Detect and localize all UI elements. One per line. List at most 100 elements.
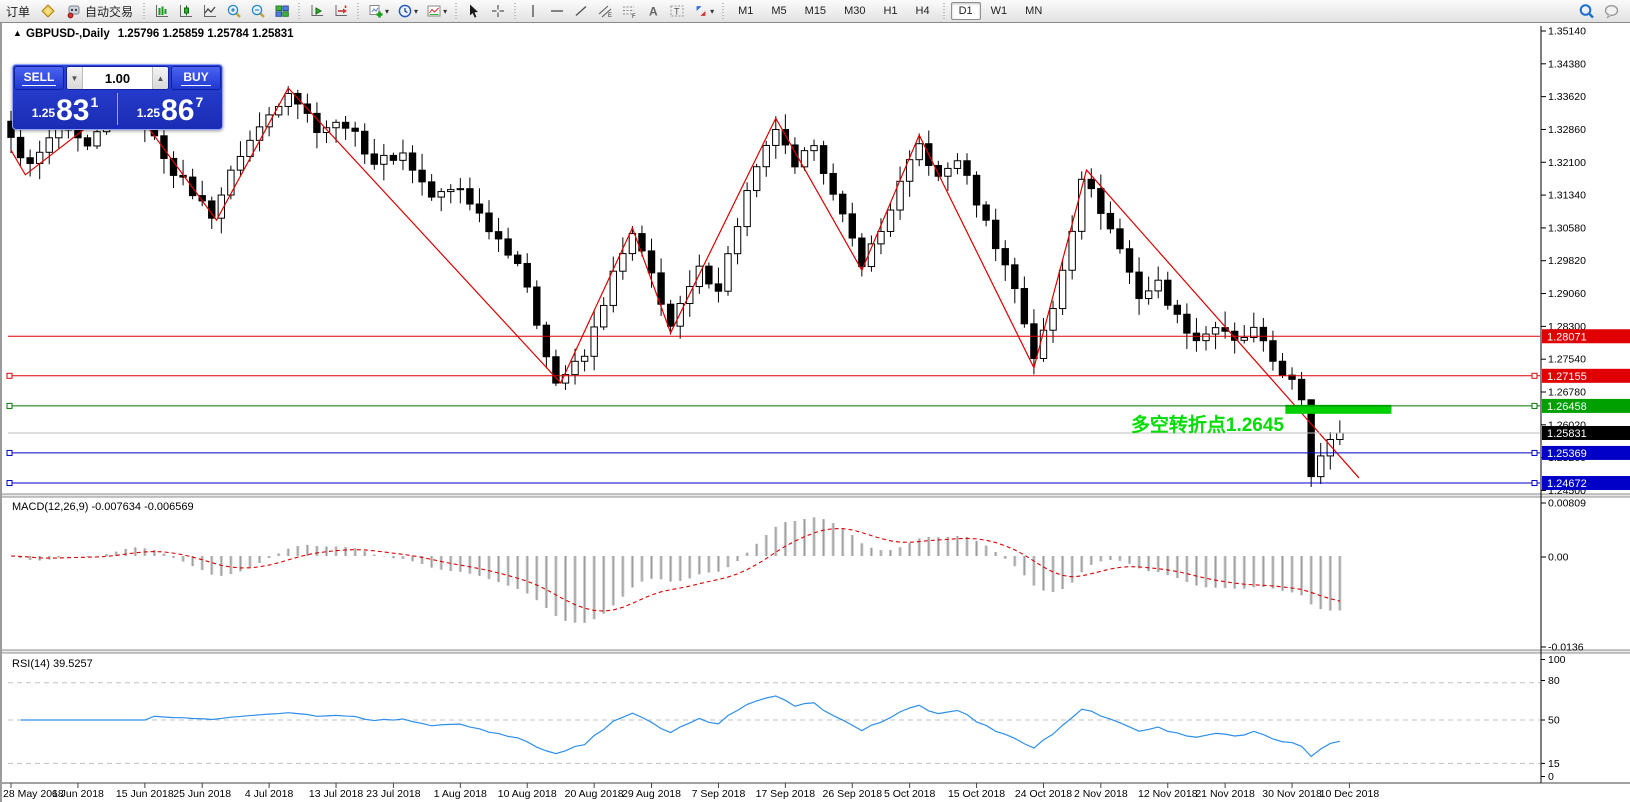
cursor-icon[interactable] xyxy=(463,1,485,21)
candle-body xyxy=(811,146,817,151)
candle-body xyxy=(572,361,578,374)
arrows-dropdown[interactable] xyxy=(690,1,717,21)
timeframe-w1[interactable]: W1 xyxy=(983,2,1016,20)
text-icon[interactable]: A xyxy=(642,1,664,21)
timeframe-toolbar: M1M5M15M30H1H4 D1W1MN xyxy=(729,2,1051,20)
date-label: 2 Nov 2018 xyxy=(1074,788,1128,800)
candle-body xyxy=(1298,379,1304,399)
zoom-out-icon[interactable] xyxy=(247,1,269,21)
price-tick-label: 1.26780 xyxy=(1548,387,1586,399)
new-order-button[interactable]: 订单 xyxy=(1,1,35,21)
candle-body xyxy=(486,213,492,232)
collapse-arrow-icon[interactable]: ▲ xyxy=(13,28,22,38)
candle-body xyxy=(1002,249,1008,265)
line-handle[interactable] xyxy=(1532,481,1537,486)
toolbar-separator xyxy=(355,3,362,19)
zoom-in-icon[interactable] xyxy=(223,1,245,21)
auto-scroll-icon[interactable] xyxy=(306,1,328,21)
line-handle[interactable] xyxy=(7,481,12,486)
toolbar-right-group xyxy=(1574,1,1624,21)
timeframe-m5[interactable]: M5 xyxy=(763,2,794,20)
volume-increase-button[interactable]: ▲ xyxy=(152,67,168,89)
timeframe-d1[interactable]: D1 xyxy=(951,2,981,20)
price-axis[interactable]: 1.351401.343801.336201.328601.321001.313… xyxy=(1541,25,1630,783)
candle-body xyxy=(859,238,865,267)
line-handle[interactable] xyxy=(7,450,12,455)
timeframe-m30[interactable]: M30 xyxy=(836,2,873,20)
candle-body xyxy=(381,155,387,164)
toolbar-separator xyxy=(453,3,460,19)
candle-body xyxy=(228,170,234,195)
main-toolbar: 订单 自动交易 xyxy=(0,0,1630,23)
chart-ohlc-quotes: 1.25796 1.25859 1.25784 1.25831 xyxy=(118,28,294,40)
candle-body xyxy=(620,254,626,272)
candle-body xyxy=(648,251,654,273)
text-label-icon[interactable]: T xyxy=(666,1,688,21)
new-chart-dropdown[interactable] xyxy=(365,1,392,21)
sell-button[interactable]: SELL xyxy=(14,66,64,90)
macd-pane[interactable] xyxy=(11,517,1340,622)
line-handle[interactable] xyxy=(1532,373,1537,378)
timeframe-m1[interactable]: M1 xyxy=(730,2,761,20)
chat-icon[interactable] xyxy=(1600,1,1623,21)
candle-body xyxy=(887,210,893,231)
bar-chart-icon[interactable] xyxy=(151,1,173,21)
candle-body xyxy=(505,239,511,255)
candle-body xyxy=(1193,333,1199,341)
line-handle[interactable] xyxy=(1532,403,1537,408)
timeframe-mn[interactable]: MN xyxy=(1017,2,1050,20)
candle-body xyxy=(352,128,358,131)
trend-line-icon[interactable] xyxy=(570,1,592,21)
date-label: 1 Aug 2018 xyxy=(434,788,487,800)
candle-body xyxy=(849,214,855,238)
volume-input[interactable] xyxy=(83,67,152,89)
buy-button[interactable]: BUY xyxy=(171,66,221,90)
candle-body xyxy=(266,115,272,127)
candle-body xyxy=(438,192,444,198)
fibonacci-icon[interactable]: F xyxy=(618,1,640,21)
candle-body xyxy=(610,271,616,305)
candle-body xyxy=(495,232,501,239)
horizontal-line-icon[interactable] xyxy=(546,1,568,21)
timeframe-m15[interactable]: M15 xyxy=(797,2,834,20)
date-axis[interactable]: 28 May 20186 Jun 201815 Jun 201825 Jun 2… xyxy=(3,783,1379,800)
line-handle[interactable] xyxy=(7,373,12,378)
tile-windows-icon[interactable] xyxy=(271,1,293,21)
volume-decrease-button[interactable]: ▼ xyxy=(67,67,83,89)
sell-price[interactable]: 1.25 83 1 xyxy=(13,91,117,127)
autotrading-button[interactable]: 自动交易 xyxy=(61,1,138,21)
equidistant-channel-icon[interactable]: E xyxy=(594,1,616,21)
line-chart-icon[interactable] xyxy=(199,1,221,21)
toolbar-separator xyxy=(720,3,727,19)
candlestick-chart-icon[interactable] xyxy=(175,1,197,21)
price-tick-label: 1.33620 xyxy=(1548,91,1586,103)
toolbar-separator xyxy=(512,3,519,19)
candle-body xyxy=(84,138,90,146)
candle-body xyxy=(476,204,482,213)
buy-price[interactable]: 1.25 86 7 xyxy=(118,91,222,127)
chart-shift-icon[interactable] xyxy=(330,1,352,21)
candle-body xyxy=(820,146,826,174)
main-pane[interactable]: 多空转折点1.2645 xyxy=(7,85,1540,487)
candle-body xyxy=(1050,309,1056,331)
candle-body xyxy=(467,189,473,204)
candle-body xyxy=(992,220,998,248)
timeframe-h1[interactable]: H1 xyxy=(875,2,905,20)
price-chart[interactable]: ▲ GBPUSD-,Daily1.25796 1.25859 1.25784 1… xyxy=(2,23,1630,802)
timeframe-h4[interactable]: H4 xyxy=(908,2,938,20)
candle-body xyxy=(591,327,597,356)
periods-dropdown[interactable] xyxy=(394,1,421,21)
templates-dropdown[interactable] xyxy=(423,1,450,21)
candle-body xyxy=(362,131,368,154)
search-icon[interactable] xyxy=(1575,1,1598,21)
price-tick-label: 1.32100 xyxy=(1548,157,1586,169)
svg-text:T: T xyxy=(674,7,680,17)
line-handle[interactable] xyxy=(1532,450,1537,455)
crosshair-icon[interactable] xyxy=(487,1,509,21)
candle-body xyxy=(333,122,339,127)
market-watch-icon[interactable] xyxy=(37,1,59,21)
candle-body xyxy=(400,153,406,160)
rsi-pane[interactable] xyxy=(8,683,1540,764)
line-handle[interactable] xyxy=(7,403,12,408)
vertical-line-icon[interactable] xyxy=(522,1,544,21)
